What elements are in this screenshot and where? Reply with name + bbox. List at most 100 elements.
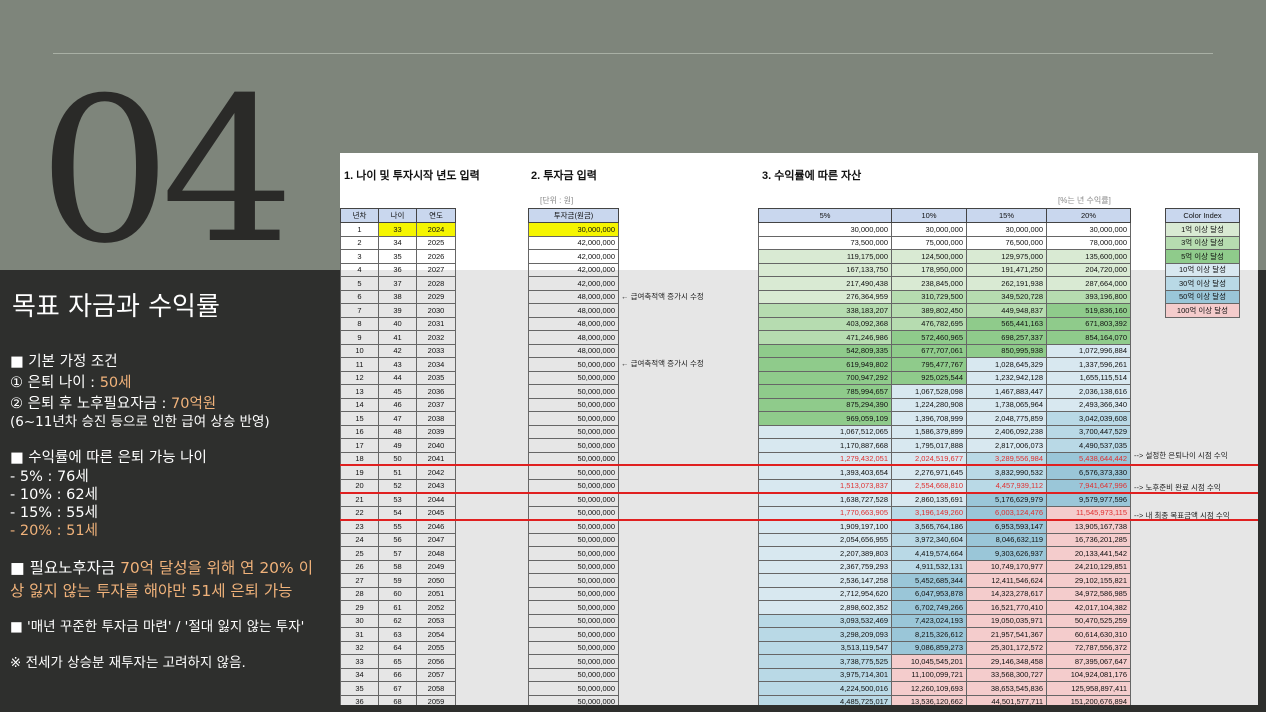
- age-cell: 33: [378, 222, 417, 237]
- header-invest: 투자금(원금): [528, 208, 619, 223]
- color-index-row: 10억 이상 달성: [1165, 262, 1240, 277]
- invest-row: 50,000,000: [528, 681, 619, 696]
- age-row: 7 39 2030: [340, 303, 456, 318]
- asset-cell: 24,210,129,851: [1046, 559, 1131, 574]
- asset-row: 2,054,656,955 3,972,340,604 8,046,632,119 1…: [758, 532, 1131, 547]
- asset-cell: 3,975,714,301: [758, 667, 892, 682]
- rate-item-2: - 10% : 62세: [10, 487, 98, 503]
- rate-item-1: - 5% : 76세: [10, 469, 89, 485]
- asset-cell: 2,536,147,258: [758, 573, 892, 588]
- age-row: 2 34 2025: [340, 235, 456, 250]
- asset-row: 3,975,714,301 11,100,099,721 33,568,300,72…: [758, 667, 1131, 682]
- age-cell: 35: [378, 249, 417, 264]
- asset-cell: 854,164,070: [1046, 330, 1131, 345]
- invest-cell: 50,000,000: [528, 586, 619, 601]
- invest-cell: 50,000,000: [528, 573, 619, 588]
- invest-row: 50,000,000: [528, 424, 619, 439]
- age-row: 17 49 2040: [340, 438, 456, 453]
- asset-cell: 11,100,099,721: [891, 667, 967, 682]
- invest-row: 50,000,000: [528, 357, 619, 372]
- asset-cell: 42,017,104,382: [1046, 600, 1131, 615]
- asset-cell: 1,909,197,100: [758, 519, 892, 534]
- asset-cell: 14,323,278,617: [966, 586, 1047, 601]
- asset-cell: 671,803,392: [1046, 316, 1131, 331]
- age-row: 25 57 2048: [340, 546, 456, 561]
- assets-table: 5% 10% 15% 20% 30,000,000 30,000,000 30,00…: [758, 208, 1131, 705]
- asset-cell: 5,176,629,979: [966, 492, 1047, 507]
- asset-cell: 1,393,403,654: [758, 465, 892, 480]
- age-cell: 58: [378, 559, 417, 574]
- year-cell: 2040: [416, 438, 456, 453]
- asset-row: 4,224,500,016 12,260,109,693 38,653,545,83…: [758, 681, 1131, 696]
- asset-cell: 30,000,000: [891, 222, 967, 237]
- salary-note-6: ← 급여축적액 증가시 수정: [621, 292, 704, 301]
- asset-cell: 572,460,965: [891, 330, 967, 345]
- basic-item-2: ② 은퇴 후 노후필요자금 : 70억원: [10, 396, 217, 412]
- asset-cell: 12,411,546,624: [966, 573, 1047, 588]
- invest-row: 50,000,000: [528, 694, 619, 705]
- age-cell: 62: [378, 613, 417, 628]
- asset-cell: 4,419,574,664: [891, 546, 967, 561]
- asset-row: 1,909,197,100 3,565,764,186 6,953,593,147 1…: [758, 519, 1131, 534]
- invest-row: 50,000,000: [528, 519, 619, 534]
- asset-cell: 1,232,942,128: [966, 370, 1047, 385]
- year-cell: 2042: [416, 465, 456, 480]
- asset-cell: 25,301,172,572: [966, 640, 1047, 655]
- color-index-row: 100억 이상 달성: [1165, 303, 1240, 318]
- age-row: 26 58 2049: [340, 559, 456, 574]
- asset-row: 2,712,954,620 6,047,953,878 14,323,278,617…: [758, 586, 1131, 601]
- asset-row: 875,294,390 1,224,280,908 1,738,065,964 2,4…: [758, 397, 1131, 412]
- age-cell: 61: [378, 600, 417, 615]
- invest-row: 50,000,000: [528, 667, 619, 682]
- age-row: 8 40 2031: [340, 316, 456, 331]
- age-row: 21 53 2044: [340, 492, 456, 507]
- invest-cell: 50,000,000: [528, 370, 619, 385]
- asset-cell: 30,000,000: [758, 222, 892, 237]
- invest-cell: 42,000,000: [528, 249, 619, 264]
- invest-row: 50,000,000: [528, 411, 619, 426]
- year-no-cell: 8: [340, 316, 379, 331]
- highlight-line-1: [340, 464, 1258, 466]
- asset-cell: 338,183,207: [758, 303, 892, 318]
- basic-item-1: ① 은퇴 나이 : 50세: [10, 375, 132, 391]
- asset-cell: 9,303,626,937: [966, 546, 1047, 561]
- basic-header: ■ 기본 가정 조건: [10, 354, 118, 370]
- header-rate-5: 5%: [758, 208, 892, 223]
- year-no-cell: 21: [340, 492, 379, 507]
- year-no-cell: 1: [340, 222, 379, 237]
- asset-row: 1,638,727,528 2,860,135,691 5,176,629,979 9…: [758, 492, 1131, 507]
- rate-item-4: - 20% : 51세: [10, 523, 98, 539]
- asset-cell: 151,200,676,894: [1046, 694, 1131, 705]
- age-row: 35 67 2058: [340, 681, 456, 696]
- asset-cell: 9,086,859,273: [891, 640, 967, 655]
- invest-row: 50,000,000: [528, 492, 619, 507]
- year-cell: 2055: [416, 640, 456, 655]
- year-no-cell: 32: [340, 640, 379, 655]
- year-no-cell: 9: [340, 330, 379, 345]
- age-row: 14 46 2037: [340, 397, 456, 412]
- asset-cell: 3,513,119,547: [758, 640, 892, 655]
- year-no-cell: 29: [340, 600, 379, 615]
- year-cell: 2045: [416, 505, 456, 520]
- year-no-cell: 4: [340, 262, 379, 277]
- asset-cell: 44,501,577,711: [966, 694, 1047, 705]
- age-row: 4 36 2027: [340, 262, 456, 277]
- asset-cell: 969,059,109: [758, 411, 892, 426]
- color-index-row: 1억 이상 달성: [1165, 222, 1240, 237]
- year-no-cell: 22: [340, 505, 379, 520]
- year-cell: 2050: [416, 573, 456, 588]
- asset-cell: 276,364,959: [758, 289, 892, 304]
- asset-cell: 29,146,348,458: [966, 654, 1047, 669]
- age-row: 3 35 2026: [340, 249, 456, 264]
- year-no-cell: 7: [340, 303, 379, 318]
- invest-cell: 48,000,000: [528, 316, 619, 331]
- age-row: 29 61 2052: [340, 600, 456, 615]
- asset-cell: 1,067,528,098: [891, 384, 967, 399]
- age-cell: 41: [378, 330, 417, 345]
- section1-heading: 1. 나이 및 투자시작 년도 입력: [344, 170, 480, 182]
- age-cell: 64: [378, 640, 417, 655]
- asset-cell: 1,170,887,668: [758, 438, 892, 453]
- asset-cell: 3,565,764,186: [891, 519, 967, 534]
- asset-cell: 1,467,883,447: [966, 384, 1047, 399]
- year-cell: 2036: [416, 384, 456, 399]
